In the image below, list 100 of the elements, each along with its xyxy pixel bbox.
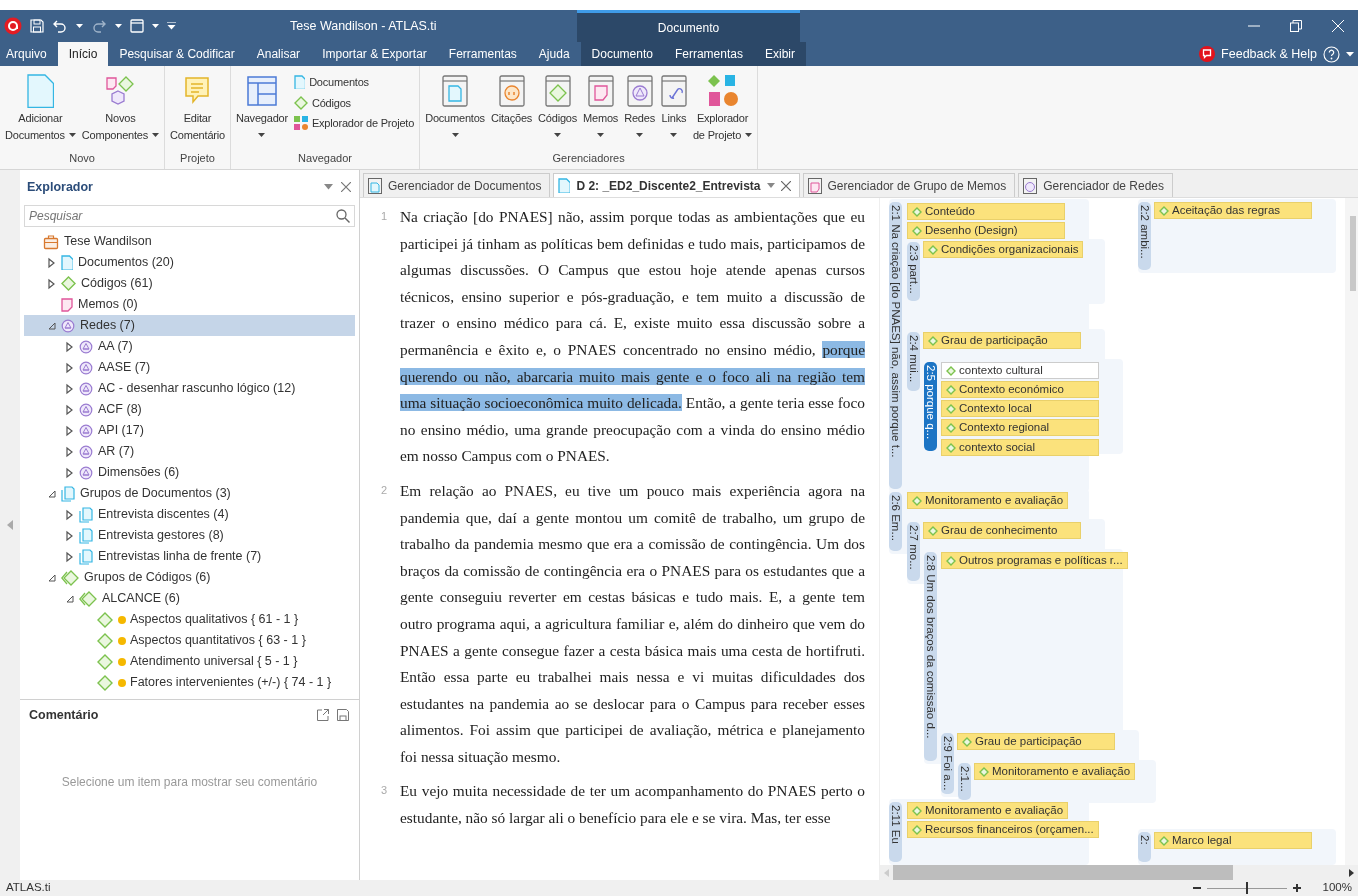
tree-item[interactable]: Atendimento universal { 5 - 1 } (24, 651, 355, 672)
quotation-bar[interactable]: 2:1 Na criação [do PNAES] não, assim porque t... (889, 202, 902, 489)
code-tag[interactable]: Conteúdo (907, 203, 1065, 220)
zoom-in-icon[interactable] (1292, 884, 1301, 892)
dropdown-icon[interactable] (324, 184, 333, 190)
code-tag[interactable]: Contexto económico (941, 381, 1099, 398)
ribbon-button[interactable]: Explorador de Projeto (291, 114, 417, 133)
menu-tab[interactable]: Arquivo (0, 42, 58, 66)
menu-tab[interactable]: Exibir (753, 42, 806, 66)
menu-tab[interactable]: Ferramentas (663, 42, 754, 66)
tree-item[interactable]: ACF (8) (24, 399, 355, 420)
code-tag[interactable]: Outros programas e políticas r... (941, 552, 1128, 569)
tree-item[interactable]: Fatores intervenientes (+/-) { 74 - 1 } (24, 672, 355, 693)
ribbon-button[interactable]: Memos (581, 70, 621, 149)
dropdown-icon[interactable] (766, 183, 775, 188)
ribbon-button[interactable]: Navegador (233, 70, 290, 149)
menu-tab[interactable]: Ajuda (527, 42, 581, 66)
document-tab[interactable]: Gerenciador de Redes (1018, 173, 1174, 197)
menu-tab[interactable]: Analisar (245, 42, 312, 66)
tree-item[interactable]: Grupos de Códigos (6) (24, 567, 355, 588)
code-tag[interactable]: Marco legal (1154, 832, 1312, 849)
quotation-bar[interactable]: 2:7 mo... (907, 522, 920, 581)
customize-icon[interactable] (167, 22, 176, 30)
tree-item[interactable]: Tese Wandilson (24, 231, 355, 252)
tree-item[interactable]: Entrevistas linha de frente (7) (24, 546, 355, 567)
feedback-link[interactable]: Feedback & Help (1221, 44, 1317, 64)
ribbon-button[interactable]: Explorador de Projeto (690, 70, 755, 149)
tree-item[interactable]: AC - desenhar rascunho lógico (12) (24, 378, 355, 399)
help-icon[interactable] (1323, 45, 1340, 63)
quotation-bar[interactable]: 2: (1138, 832, 1151, 862)
feedback-icon[interactable] (1199, 46, 1216, 62)
code-tag[interactable]: Monitoramento e avaliação (974, 763, 1136, 780)
quotation-bar[interactable]: 2:9 Foi a... (941, 733, 954, 794)
quotation-bar[interactable]: 2:1... (958, 763, 971, 800)
save-icon[interactable] (337, 709, 349, 721)
quotation-bar[interactable]: 2:6 Em... (889, 492, 902, 551)
code-tag[interactable]: Condições organizacionais (923, 241, 1084, 258)
menu-tab[interactable]: Importar & Exportar (311, 42, 438, 66)
tree-item[interactable]: Códigos (61) (24, 273, 355, 294)
ribbon-button[interactable]: Documentos (423, 70, 487, 149)
code-tag[interactable]: Desenho (Design) (907, 222, 1065, 239)
tree-item[interactable]: AA (7) (24, 336, 355, 357)
document-tab[interactable]: Gerenciador de Documentos (363, 173, 551, 197)
quotation-bar[interactable]: 2:3 part... (907, 242, 920, 301)
tree-item[interactable]: AASE (7) (24, 357, 355, 378)
code-tag[interactable]: Recursos financeiros (orçamen... (907, 821, 1099, 838)
menu-tab[interactable]: Início (57, 42, 109, 66)
ribbon-button[interactable]: Códigos (536, 70, 580, 149)
quotation-bar[interactable]: 2:11 Eu (889, 802, 902, 862)
code-tag[interactable]: contexto cultural (941, 362, 1099, 379)
code-tag[interactable]: Grau de participação (957, 733, 1115, 750)
tree-item[interactable]: Documentos (20) (24, 252, 355, 273)
code-tag[interactable]: Contexto regional (941, 419, 1099, 436)
tree-item[interactable]: Entrevista discentes (4) (24, 504, 355, 525)
menu-tab[interactable]: Pesquisar & Codificar (108, 42, 246, 66)
quotation-bar[interactable]: 2:8 Um dos braços da comissão d... (924, 552, 937, 761)
document-tab[interactable]: Gerenciador de Grupo de Memos (802, 173, 1016, 197)
tree-item[interactable]: Aspectos qualitativos { 61 - 1 } (24, 609, 355, 630)
code-tag[interactable]: Grau de participação (923, 332, 1081, 349)
menu-tab[interactable]: Ferramentas (437, 42, 528, 66)
redo-icon[interactable] (91, 19, 107, 33)
restore-icon[interactable] (1290, 20, 1302, 32)
ribbon-button[interactable]: Editar Comentário (168, 70, 227, 149)
code-tag[interactable]: Grau de conhecimento (923, 522, 1081, 539)
undo-icon[interactable] (52, 19, 68, 33)
ribbon-button[interactable]: Códigos (291, 93, 417, 112)
ribbon-button[interactable]: Adicionar Documentos (3, 70, 78, 149)
tree-item[interactable]: API (17) (24, 420, 355, 441)
tree-item[interactable]: Entrevista gestores (8) (24, 525, 355, 546)
code-tag[interactable]: Contexto local (941, 400, 1099, 417)
expand-window-icon[interactable] (317, 709, 329, 721)
ribbon-button[interactable]: Links (658, 70, 689, 149)
close-icon[interactable] (780, 180, 791, 191)
tree-item[interactable]: Grupos de Documentos (3) (24, 483, 355, 504)
tree-item[interactable]: Memos (0) (24, 294, 355, 315)
tree-item[interactable]: Aspectos quantitativos { 63 - 1 } (24, 630, 355, 651)
ribbon-button[interactable]: Novos Componentes (79, 70, 162, 149)
quotation-bar[interactable]: 2:4 mui... (907, 332, 920, 391)
code-tag[interactable]: Aceitação das regras (1154, 202, 1312, 219)
window-icon[interactable] (130, 19, 144, 33)
code-tag[interactable]: contexto social (941, 439, 1099, 456)
menu-tab[interactable]: Documento (580, 42, 664, 66)
quotation-bar[interactable]: 2:5 porque q... (924, 362, 937, 451)
code-tag[interactable]: Monitoramento e avaliação (907, 492, 1069, 509)
tree-item[interactable]: ALCANCE (6) (24, 588, 355, 609)
tree-item[interactable]: AR (7) (24, 441, 355, 462)
close-icon[interactable] (341, 182, 351, 192)
zoom-out-icon[interactable] (1192, 884, 1201, 892)
slider-thumb[interactable] (1245, 882, 1248, 894)
ribbon-button[interactable]: Citações (488, 70, 535, 149)
ribbon-caret-icon[interactable] (1346, 51, 1354, 57)
ribbon-button[interactable]: Documentos (291, 73, 417, 92)
tree-item[interactable]: Dimensões (6) (24, 462, 355, 483)
quotation-bar[interactable]: 2:2 ambi... (1138, 202, 1151, 270)
scroll-right-icon[interactable] (1349, 868, 1354, 877)
horizontal-scrollbar[interactable] (893, 865, 1233, 880)
code-tag[interactable]: Monitoramento e avaliação (907, 802, 1069, 819)
tree-item[interactable]: Redes (7) (24, 315, 355, 336)
search-field[interactable]: Pesquisar (24, 205, 355, 227)
ribbon-button[interactable]: Redes (622, 70, 657, 149)
